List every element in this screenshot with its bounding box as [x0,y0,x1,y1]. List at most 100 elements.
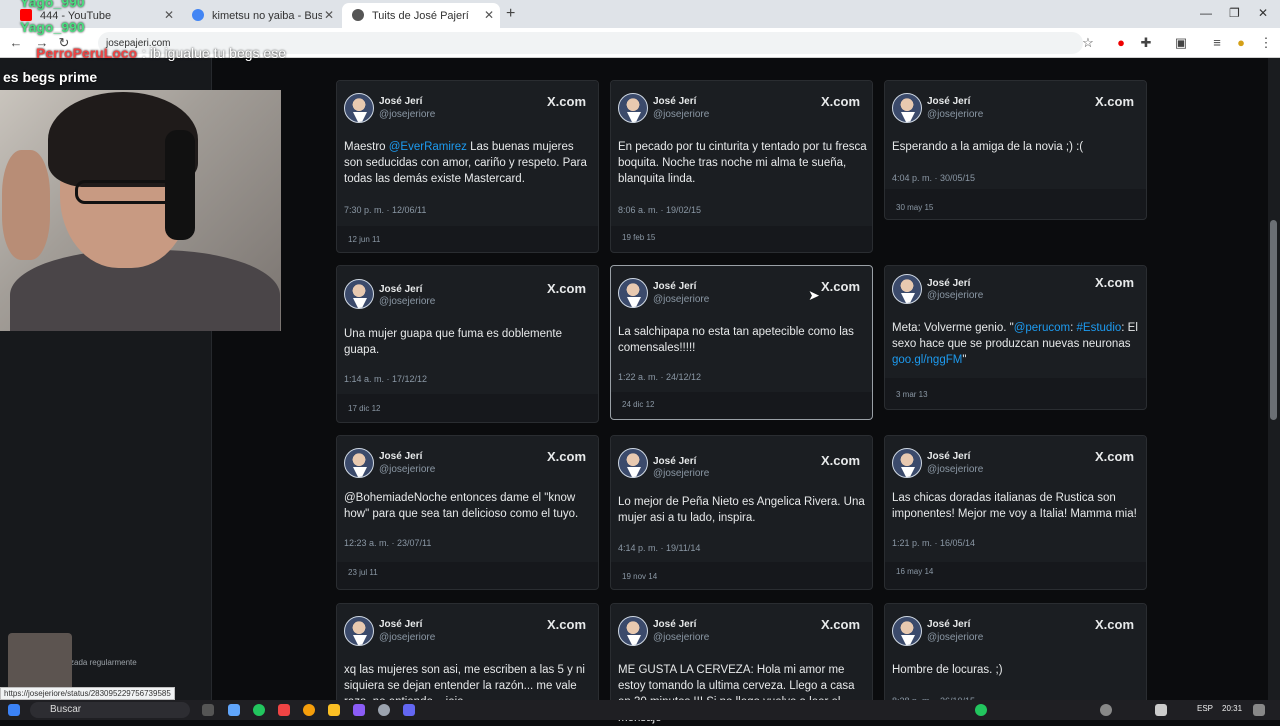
app-icon[interactable] [403,704,415,716]
tweet-date: 7:30 p. m. · 12/06/11 [344,205,427,215]
tweet-date: 1:21 p. m. · 16/05/14 [892,538,976,548]
x-logo: X.com [1094,449,1134,464]
tweet-text: Meta: Volverme genio. "@perucom: #Estudi… [892,322,1138,366]
tweet-card[interactable]: José Jerí @josejeriore X.com ME GUSTA LA… [610,603,873,724]
close-icon[interactable]: ✕ [324,8,334,22]
minimize-icon[interactable]: — [1200,6,1212,20]
cast-icon[interactable]: ▣ [1173,35,1189,51]
tweet-card[interactable]: José Jerí @josejeriore X.com Las chicas … [884,435,1147,590]
language-indicator[interactable]: ESP [1197,704,1213,713]
maximize-icon[interactable]: ❐ [1229,6,1240,20]
discord-icon[interactable] [353,704,365,716]
avatar [618,278,648,308]
user-handle: @josejeriore [927,109,984,120]
user-name: José Jerí [927,619,971,630]
globe-icon [352,9,364,21]
x-logo: X.com [1094,617,1134,632]
user-handle: @josejeriore [927,464,984,475]
user-handle: @josejeriore [379,464,436,475]
tweet-short-date: 23 jul 11 [348,568,378,577]
tab-tuits[interactable]: Tuits de José Pajerí ✕ [342,3,500,28]
tray-icon[interactable] [1100,704,1112,716]
close-window-icon[interactable]: ✕ [1258,6,1268,20]
avatar [892,616,922,646]
x-logo: X.com [1094,275,1134,290]
user-name: José Jerí [653,281,697,292]
tweet-date: 1:22 a. m. · 24/12/12 [618,372,702,382]
chat-user: PerroPeruLoco [36,45,138,61]
tweet-short-date: 12 jun 11 [348,235,381,244]
x-logo: X.com [820,617,860,632]
tweet-text: @BohemiadeNoche entonces dame el "know h… [344,492,579,520]
user-handle: @josejeriore [653,109,710,120]
user-handle: @josejeriore [927,632,984,643]
tweet-text: Esperando a la amiga de la novia ;) :( [892,141,1084,153]
profile-avatar[interactable]: ● [1233,35,1249,51]
x-logo: X.com [546,449,586,464]
chat-message: : ib igualue tu begs ese [142,45,286,61]
chat-message: es begs prime [3,69,98,85]
tweet-card[interactable]: José Jerí @josejeriore X.com Una mujer g… [336,265,599,423]
new-tab-button[interactable]: + [506,5,515,23]
user-name: José Jerí [653,456,697,467]
status-url: https://josejeriore/status/2830952297567… [0,687,175,700]
user-name: José Jerí [653,96,697,107]
sidebar-note: alizada regularmente [62,658,137,667]
task-view-icon[interactable] [202,704,214,716]
puzzle-icon[interactable]: ✚ [1138,35,1154,51]
tweet-card[interactable]: José Jerí @josejeriore X.com La salchipa… [610,265,873,420]
tweet-short-date: 16 may 14 [896,567,934,576]
tray-spotify-icon[interactable] [975,704,987,716]
x-logo: X.com [546,281,586,296]
tweet-card[interactable]: José Jerí @josejeriore X.com @BohemiadeN… [336,435,599,590]
tweet-text: Lo mejor de Peña Nieto es Angelica River… [618,496,865,524]
webcam-overlay [0,90,281,331]
tab-label: kimetsu no yaiba - Buscar con G [212,9,322,22]
tweet-card[interactable]: José Jerí @josejeriore X.com Esperando a… [884,80,1147,220]
user-handle: @josejeriore [653,632,710,643]
tweet-text: Hombre de locuras. ;) [892,664,1003,676]
avatar [344,93,374,123]
tweet-short-date: 30 may 15 [896,203,934,212]
user-handle: @josejeriore [379,632,436,643]
tweet-card[interactable]: José Jerí @josejeriore X.com Hombre de l… [884,603,1147,714]
avatar [892,448,922,478]
close-icon[interactable]: ✕ [484,8,494,22]
x-logo: X.com [820,453,860,468]
obs-icon[interactable] [378,704,390,716]
user-handle: @josejeriore [379,296,436,307]
x-logo: X.com [546,617,586,632]
taskbar: Buscar ESP 20:31 [0,700,1280,720]
volume-icon[interactable] [1155,704,1167,716]
clock[interactable]: 20:31 [1222,704,1242,713]
tweet-short-date: 19 feb 15 [622,233,656,242]
x-logo: X.com [820,94,860,109]
windows-start-icon[interactable] [8,704,20,716]
tweet-short-date: 17 dic 12 [348,404,381,413]
tweet-card[interactable]: José Jerí @josejeriore X.com Lo mejor de… [610,435,873,590]
notification-icon[interactable] [1253,704,1265,716]
tab-google[interactable]: kimetsu no yaiba - Buscar con G ✕ [182,3,340,28]
user-name: José Jerí [379,96,423,107]
folder-icon[interactable] [328,704,340,716]
back-icon[interactable]: ← [8,35,24,51]
file-explorer-icon[interactable] [228,704,240,716]
app-icon[interactable] [278,704,290,716]
user-name: José Jerí [927,278,971,289]
taskbar-search[interactable]: Buscar [30,702,190,718]
taskbar-search-label: Buscar [50,704,82,715]
close-icon[interactable]: ✕ [164,8,174,22]
extension-opera-icon[interactable]: ● [1113,35,1129,51]
tweet-card[interactable]: José Jerí @josejeriore X.com En pecado p… [610,80,873,253]
tweet-card[interactable]: José Jerí @josejeriore X.com xq las muje… [336,603,599,714]
spotify-icon[interactable] [253,704,265,716]
tweet-card[interactable]: José Jerí @josejeriore X.com Maestro @Ev… [336,80,599,253]
menu-icon[interactable]: ⋮ [1258,35,1274,51]
tweet-date: 1:14 a. m. · 17/12/12 [344,374,428,384]
tweet-text: Una mujer guapa que fuma es doblemente g… [344,328,563,356]
scrollbar-thumb[interactable] [1270,220,1277,420]
star-icon[interactable]: ☆ [1080,35,1096,51]
chrome-icon[interactable] [303,704,315,716]
tweet-card[interactable]: José Jerí @josejeriore X.com Meta: Volve… [884,265,1147,410]
downloads-icon[interactable]: ≡ [1209,35,1225,51]
